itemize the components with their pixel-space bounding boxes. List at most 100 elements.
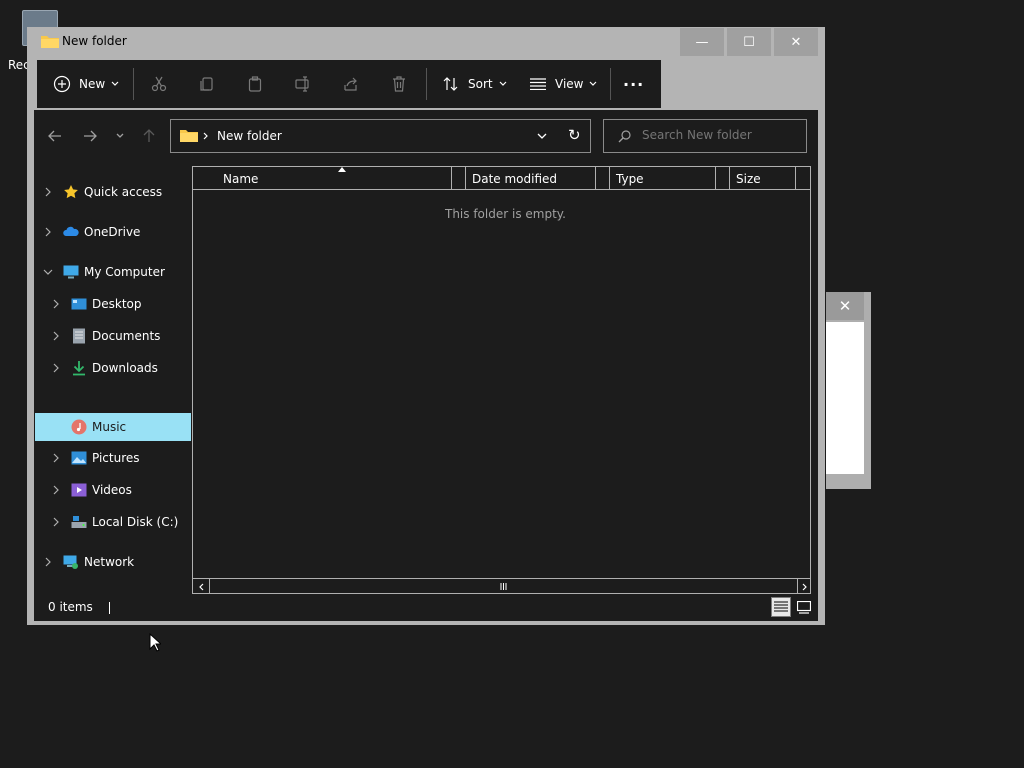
background-dialog-close-button[interactable]: ✕ <box>826 292 864 320</box>
chevron-right-icon <box>802 583 807 590</box>
column-header-type[interactable]: Type <box>616 167 712 190</box>
chevron-right-icon[interactable] <box>43 227 53 237</box>
sort-button[interactable]: Sort <box>443 60 507 108</box>
rename-button[interactable] <box>279 60 327 108</box>
title-bar[interactable]: New folder — ☐ ✕ <box>27 27 825 59</box>
sidebar-item-onedrive[interactable]: OneDrive <box>35 219 191 245</box>
copy-icon <box>200 77 213 91</box>
sidebar-item-videos[interactable]: Videos <box>35 477 191 503</box>
search-box[interactable] <box>603 119 807 153</box>
command-bar: New Sort View ··· <box>37 60 661 108</box>
details-view-button[interactable] <box>771 597 791 617</box>
sidebar-item-documents[interactable]: Documents <box>35 323 191 349</box>
column-divider[interactable] <box>465 167 466 190</box>
maximize-button[interactable]: ☐ <box>727 28 771 56</box>
column-header-date-modified[interactable]: Date modified <box>472 167 592 190</box>
chevron-right-icon[interactable] <box>51 422 61 432</box>
breadcrumb-current[interactable]: New folder <box>217 129 282 143</box>
sidebar-item-label: Network <box>84 555 135 569</box>
chevron-right-icon[interactable] <box>43 557 53 567</box>
column-divider[interactable] <box>729 167 730 190</box>
sidebar-item-label: My Computer <box>84 265 165 279</box>
column-divider[interactable] <box>595 167 596 190</box>
folder-icon <box>180 130 198 142</box>
forward-button[interactable] <box>78 124 102 148</box>
refresh-button[interactable]: ↻ <box>568 126 581 144</box>
breadcrumb-chevron-icon <box>203 132 208 140</box>
address-bar[interactable]: New folder ↻ <box>170 119 591 153</box>
new-button[interactable]: New <box>53 60 119 108</box>
sidebar-item-pictures[interactable]: Pictures <box>35 445 191 471</box>
minimize-button[interactable]: — <box>680 28 724 56</box>
chevron-down-icon <box>111 81 119 86</box>
cut-button[interactable] <box>135 60 183 108</box>
sidebar-item-label: Music <box>92 420 127 434</box>
sidebar-item-label: Desktop <box>92 297 142 311</box>
sidebar-item-network[interactable]: Network <box>35 549 191 575</box>
chevron-right-icon[interactable] <box>43 187 53 197</box>
column-header-name[interactable]: Name <box>223 167 451 190</box>
arrow-right-icon <box>84 130 97 142</box>
toolbar-separator <box>133 68 134 100</box>
column-header-size[interactable]: Size <box>736 167 792 190</box>
chevron-right-icon[interactable] <box>51 453 61 463</box>
chevron-down-icon[interactable] <box>43 267 53 277</box>
sidebar-item-label: Pictures <box>92 451 140 465</box>
paste-button[interactable] <box>231 60 279 108</box>
file-list[interactable]: Name Date modified Type Size This folder… <box>192 166 811 594</box>
chevron-down-icon[interactable] <box>537 133 547 140</box>
item-count: 0 items <box>48 600 93 614</box>
back-button[interactable] <box>43 124 67 148</box>
column-divider[interactable] <box>451 167 452 190</box>
close-button[interactable]: ✕ <box>774 28 818 56</box>
sidebar-item-my-computer[interactable]: My Computer <box>35 259 191 285</box>
column-divider[interactable] <box>609 167 610 190</box>
sidebar-item-label: Documents <box>92 329 161 343</box>
copy-button[interactable] <box>183 60 231 108</box>
sidebar-item-desktop[interactable]: Desktop <box>35 291 191 317</box>
status-bar: 0 items <box>48 600 110 614</box>
delete-button[interactable] <box>375 60 423 108</box>
toolbar-separator <box>610 68 611 100</box>
sidebar-item-downloads[interactable]: Downloads <box>35 355 191 381</box>
sidebar-item-quick-access[interactable]: Quick access <box>35 179 191 205</box>
sidebar-item-label: Downloads <box>92 361 158 375</box>
mouse-cursor-icon <box>149 633 161 652</box>
new-label: New <box>79 77 106 91</box>
sidebar-item-music-row[interactable]: Music <box>35 413 191 441</box>
chevron-right-icon[interactable] <box>51 485 61 495</box>
scroll-right-button[interactable] <box>799 579 811 594</box>
view-button[interactable]: View <box>530 60 597 108</box>
up-button[interactable] <box>137 124 161 148</box>
column-divider[interactable] <box>795 167 796 190</box>
chevron-down-icon <box>499 81 507 86</box>
chevron-down-icon <box>116 133 124 138</box>
column-divider[interactable] <box>715 167 716 190</box>
scrollbar-thumb[interactable] <box>210 579 798 594</box>
status-separator <box>108 601 110 614</box>
scroll-left-button[interactable] <box>193 579 210 594</box>
network-icon <box>63 555 78 569</box>
view-label: View <box>555 77 584 91</box>
plus-circle-icon <box>53 75 71 93</box>
see-more-button[interactable]: ··· <box>623 60 644 108</box>
toolbar-separator <box>426 68 427 100</box>
trash-icon <box>393 76 405 92</box>
horizontal-scrollbar[interactable] <box>193 578 810 594</box>
sidebar-item-local-disk[interactable]: Local Disk (C:) <box>35 509 191 535</box>
details-view-icon <box>774 601 788 612</box>
share-button[interactable] <box>327 60 375 108</box>
window-title: New folder <box>62 34 127 48</box>
recent-locations-button[interactable] <box>108 124 132 148</box>
chevron-right-icon[interactable] <box>51 299 61 309</box>
video-icon <box>71 483 87 497</box>
chevron-right-icon[interactable] <box>51 517 61 527</box>
monitor-icon <box>63 265 79 279</box>
chevron-right-icon[interactable] <box>51 331 61 341</box>
share-icon <box>344 77 357 91</box>
desktop-folder-icon <box>71 298 87 310</box>
large-icons-view-button[interactable] <box>794 597 814 617</box>
chevron-right-icon[interactable] <box>51 363 61 373</box>
search-input[interactable] <box>642 128 792 142</box>
chevron-down-icon <box>590 81 597 86</box>
